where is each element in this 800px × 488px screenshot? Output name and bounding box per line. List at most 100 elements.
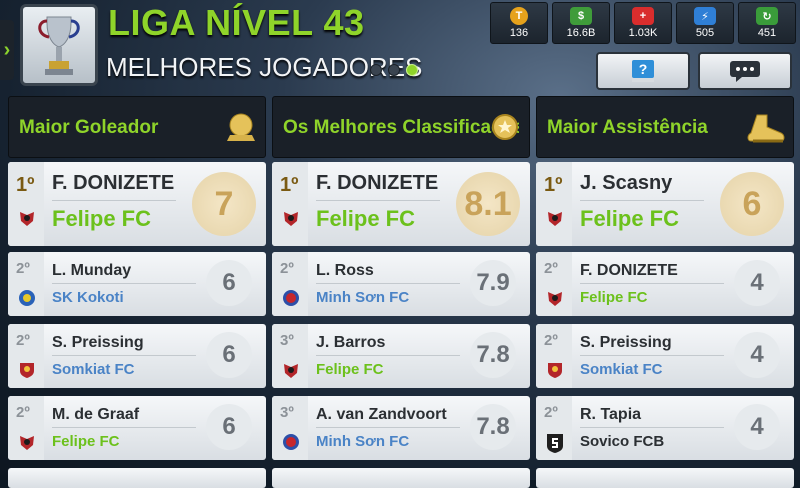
goals-value: 6 [206, 404, 252, 450]
club-crest-icon [19, 290, 35, 306]
club-name[interactable]: Felipe FC [580, 289, 648, 306]
training-value: 451 [757, 27, 777, 39]
top-scorers-column: Maior Goleador 1º F. DONIZETE Felipe FC … [8, 96, 266, 488]
rating-value: 7.8 [470, 332, 516, 378]
player-row-partial[interactable] [272, 468, 530, 488]
player-row[interactable]: 2º F. DONIZETE Felipe FC 4 [536, 252, 794, 316]
club-name[interactable]: SK Kokoti [52, 289, 124, 306]
top-assists-column: Maior Assistência 1º J. Scasny Felipe FC… [536, 96, 794, 488]
energy-stat[interactable]: ⚡ 505 [676, 2, 734, 44]
club-name[interactable]: Felipe FC [316, 361, 384, 378]
goals-value: 7 [192, 172, 256, 236]
rank-label: 2º [16, 260, 30, 277]
club-name[interactable]: Felipe FC [52, 433, 120, 450]
cash-value: 16.6B [566, 27, 596, 39]
side-menu-tab[interactable]: › [0, 20, 14, 80]
player-row[interactable]: 2º S. Preissing Somkiat FC 6 [8, 324, 266, 388]
medical-value: 1.03K [628, 27, 658, 39]
training-stat[interactable]: ↻ 451 [738, 2, 796, 44]
training-icon: ↻ [756, 7, 778, 25]
rating-value: 7.9 [470, 260, 516, 306]
page-dot[interactable] [388, 64, 400, 76]
club-name[interactable]: Somkiat FC [52, 361, 135, 378]
medical-stat[interactable]: + 1.03K [614, 2, 672, 44]
energy-icon: ⚡ [694, 7, 716, 25]
player-row[interactable]: 2º R. Tapia Sovico FCB 4 [536, 396, 794, 460]
player-name: R. Tapia [580, 406, 642, 423]
league-trophy [20, 4, 98, 86]
rank-label: 1º [544, 174, 563, 196]
golden-boot-icon [747, 114, 785, 143]
assists-value: 4 [734, 332, 780, 378]
goals-value: 6 [206, 332, 252, 378]
chat-button[interactable] [698, 52, 792, 90]
column-header[interactable]: Maior Goleador [8, 96, 266, 158]
player-name: J. Barros [316, 334, 386, 351]
assists-value: 6 [720, 172, 784, 236]
rank-label: 2º [280, 260, 294, 277]
club-name[interactable]: Felipe FC [316, 206, 415, 232]
club-crest-icon [284, 364, 298, 378]
club-name[interactable]: Minh Sơn FC [316, 433, 409, 450]
token-stat[interactable]: T 136 [490, 2, 548, 44]
column-header[interactable]: Os Melhores Classificados [272, 96, 530, 158]
player-name: F. DONIZETE [316, 172, 439, 194]
column-header[interactable]: Maior Assistência [536, 96, 794, 158]
rank-label: 3º [280, 332, 294, 349]
rank-label: 2º [544, 404, 558, 421]
player-name: J. Scasny [580, 172, 673, 194]
club-crest-icon [283, 434, 299, 450]
header: › LIGA NÍVEL 43 MELHORES JOGADORES T 136… [0, 0, 800, 92]
goals-value: 6 [206, 260, 252, 306]
rank-label: 3º [280, 404, 294, 421]
club-crest-icon [20, 436, 34, 450]
leader-card[interactable]: 1º F. DONIZETE Felipe FC 8.1 [272, 162, 530, 246]
player-row-partial[interactable] [536, 468, 794, 488]
rank-label: 2º [16, 332, 30, 349]
cash-stat[interactable]: $ 16.6B [552, 2, 610, 44]
rank-label: 2º [16, 404, 30, 421]
player-name: F. DONIZETE [52, 172, 175, 194]
club-crest-icon [283, 290, 299, 306]
top-rated-column: Os Melhores Classificados 1º F. DONIZETE… [272, 96, 530, 488]
leader-card[interactable]: 1º J. Scasny Felipe FC 6 [536, 162, 794, 246]
club-crest-icon [20, 363, 34, 378]
player-row[interactable]: 2º L. Munday SK Kokoti 6 [8, 252, 266, 316]
player-name: S. Preissing [580, 334, 672, 351]
club-name[interactable]: Minh Sơn FC [316, 289, 409, 306]
page-dot[interactable] [370, 64, 382, 76]
player-name: L. Ross [316, 262, 374, 279]
player-name: L. Munday [52, 262, 132, 279]
column-title: Os Melhores Classificados [283, 117, 519, 138]
help-button[interactable]: ? [596, 52, 690, 90]
rank-label: 2º [544, 260, 558, 277]
player-name: S. Preissing [52, 334, 144, 351]
player-name: A. van Zandvoort [316, 406, 447, 423]
player-row[interactable]: 3º A. van Zandvoort Minh Sơn FC 7.8 [272, 396, 530, 460]
club-crest-icon [548, 212, 562, 226]
club-name[interactable]: Sovico FCB [580, 433, 664, 450]
svg-text:?: ? [639, 61, 648, 77]
club-name[interactable]: Felipe FC [52, 206, 151, 232]
cash-icon: $ [570, 7, 592, 25]
energy-value: 505 [695, 27, 715, 39]
club-name[interactable]: Felipe FC [580, 206, 679, 232]
club-crest-icon [284, 212, 298, 226]
golden-ball-icon [227, 113, 255, 141]
leader-card[interactable]: 1º F. DONIZETE Felipe FC 7 [8, 162, 266, 246]
rank-label: 2º [544, 332, 558, 349]
rating-value: 7.8 [470, 404, 516, 450]
page-dot-active[interactable] [406, 64, 418, 76]
player-row[interactable]: 2º M. de Graaf Felipe FC 6 [8, 396, 266, 460]
trophy-icon [38, 16, 80, 75]
assists-value: 4 [734, 404, 780, 450]
player-row-partial[interactable] [8, 468, 266, 488]
token-value: 136 [509, 27, 529, 39]
player-row[interactable]: 2º L. Ross Minh Sơn FC 7.9 [272, 252, 530, 316]
player-row[interactable]: 2º S. Preissing Somkiat FC 4 [536, 324, 794, 388]
token-icon: T [510, 7, 528, 25]
player-row[interactable]: 3º J. Barros Felipe FC 7.8 [272, 324, 530, 388]
rank-label: 1º [16, 174, 35, 196]
resource-bar: T 136 $ 16.6B + 1.03K ⚡ 505 ↻ 451 [490, 2, 796, 44]
club-name[interactable]: Somkiat FC [580, 361, 663, 378]
